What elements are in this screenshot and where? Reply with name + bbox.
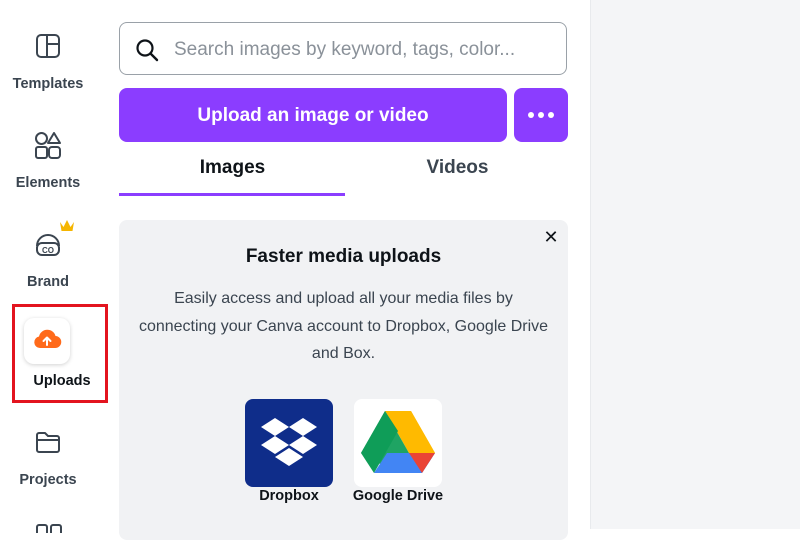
search-box[interactable]: [119, 22, 567, 75]
templates-icon: [30, 28, 66, 64]
left-rail: Templates Elements CO Brand Uploads Proj…: [0, 0, 108, 536]
more-options-button[interactable]: [514, 88, 568, 142]
sidebar-item-templates[interactable]: Templates: [0, 0, 96, 96]
sidebar-item-elements[interactable]: Elements: [0, 99, 96, 195]
dropbox-label: Dropbox: [259, 488, 319, 504]
search-icon: [135, 38, 159, 67]
promo-title: Faster media uploads: [245, 246, 442, 267]
tab-images[interactable]: Images: [120, 150, 345, 196]
canvas-area: [590, 0, 800, 529]
upload-media-button[interactable]: Upload an image or video: [119, 88, 507, 142]
sidebar-item-label: Projects: [19, 472, 77, 488]
promo-body: Easily access and upload all your media …: [138, 290, 549, 362]
more-apps-icon[interactable]: [36, 520, 62, 538]
sidebar-item-projects[interactable]: Projects: [0, 400, 96, 496]
active-tab-indicator: [119, 193, 345, 196]
dot: [538, 112, 544, 118]
crown-icon: [59, 219, 75, 237]
elements-icon: [30, 127, 66, 163]
tab-videos[interactable]: Videos: [345, 150, 570, 196]
dot: [528, 112, 534, 118]
google-drive-button[interactable]: [354, 399, 442, 487]
sidebar-item-label: Templates: [12, 76, 84, 92]
close-icon[interactable]: ✕: [542, 226, 560, 248]
folder-icon: [30, 424, 66, 460]
sidebar-item-label: Elements: [15, 175, 81, 191]
google-drive-icon: [361, 409, 435, 478]
sidebar-item-brand[interactable]: CO Brand: [0, 198, 96, 294]
dropbox-icon: [261, 416, 317, 471]
uploads-highlight-box: [12, 304, 108, 403]
svg-text:CO: CO: [42, 246, 54, 255]
sidebar-item-label: Brand: [27, 274, 69, 290]
google-drive-label: Google Drive: [352, 488, 444, 504]
dot: [548, 112, 554, 118]
dropbox-button[interactable]: [245, 399, 333, 487]
search-input[interactable]: [172, 33, 556, 67]
